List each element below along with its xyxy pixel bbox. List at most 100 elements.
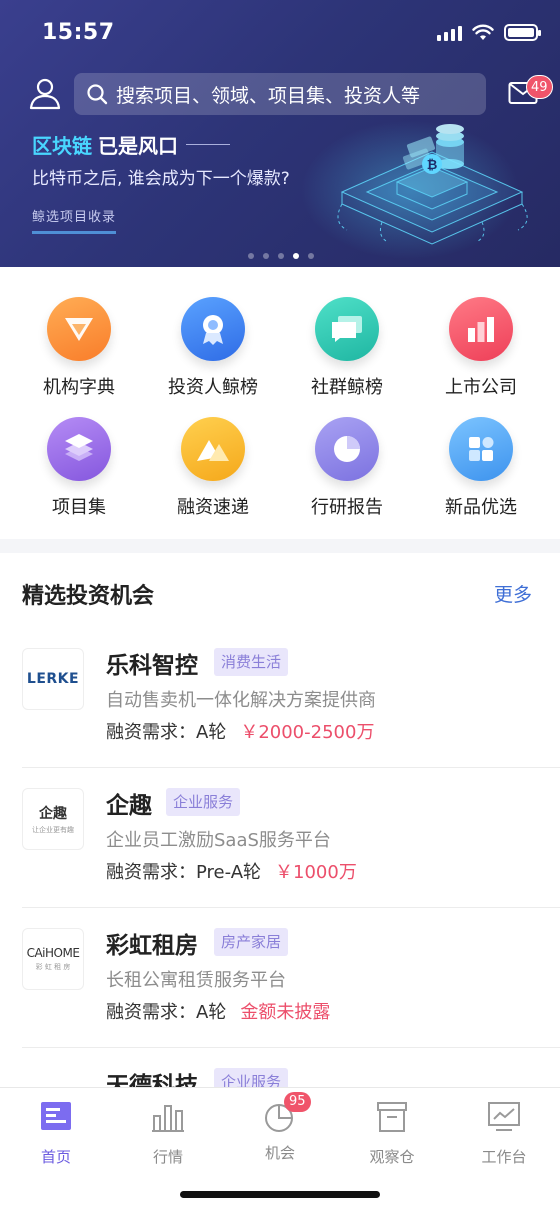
- shortcut-community-rank[interactable]: 社群鲸榜: [282, 297, 412, 399]
- tab-market[interactable]: 行情: [112, 1100, 224, 1167]
- banner-dot[interactable]: [308, 253, 314, 259]
- shortcut-listed-company[interactable]: 上市公司: [416, 297, 546, 399]
- banner-dot[interactable]: [248, 253, 254, 259]
- workbench-icon: [488, 1102, 520, 1131]
- shortcut-label: 投资人鲸榜: [168, 377, 258, 398]
- search-placeholder: 搜索项目、领域、项目集、投资人等: [116, 84, 421, 107]
- funding-round: 融资需求：A轮: [106, 1002, 227, 1023]
- mountain-icon: [181, 417, 245, 481]
- company-logo: 企趣 让企业更有趣: [22, 788, 84, 850]
- industry-tag: 消费生活: [214, 648, 289, 676]
- funding-round: 融资需求：A轮: [106, 722, 227, 743]
- shortcut-grid: 机构字典 投资人鲸榜 社群鲸榜 上市公司 项目集 融资速递 行研报告 新品优选: [0, 267, 560, 539]
- shortcut-institution-dict[interactable]: 机构字典: [14, 297, 144, 399]
- funding-info: 融资需求：A轮 ￥2000-2500万: [106, 718, 374, 744]
- funding-amount: 金额未披露: [240, 1002, 331, 1023]
- status-time: 15:57: [42, 20, 115, 45]
- tab-opportunity[interactable]: 95 机会: [224, 1092, 336, 1163]
- company-logo: CAiHOME 彩 虹 租 房: [22, 928, 84, 990]
- more-link[interactable]: 更多: [494, 580, 532, 607]
- opportunity-badge: 95: [284, 1092, 311, 1112]
- section-title: 精选投资机会: [22, 584, 155, 609]
- industry-tag: 企业服务: [166, 788, 241, 816]
- mail-badge: 49: [526, 75, 553, 99]
- shortcut-project-set[interactable]: 项目集: [14, 417, 144, 519]
- funding-info: 融资需求：A轮 金额未披露: [106, 998, 330, 1024]
- shortcut-label: 新品优选: [445, 497, 517, 518]
- layers-icon: [47, 417, 111, 481]
- banner-title-highlight: 区块链: [32, 134, 92, 158]
- status-bar: 15:57: [0, 0, 560, 66]
- tab-label: 观察仓: [369, 1148, 415, 1166]
- banner-title-rest: 已是风口: [98, 134, 178, 158]
- opportunity-card[interactable]: CAiHOME 彩 虹 租 房 彩虹租房 房产家居 长租公寓租赁服务平台 融资需…: [22, 908, 560, 1048]
- shortcut-label: 融资速递: [177, 497, 249, 518]
- company-description: 企业员工激励SaaS服务平台: [106, 830, 331, 851]
- chat-icon: [315, 297, 379, 361]
- company-name: 乐科智控: [106, 653, 198, 679]
- logo-subtext: 让企业更有趣: [32, 826, 74, 834]
- shortcut-label: 机构字典: [43, 377, 115, 398]
- section-divider: [0, 539, 560, 553]
- home-indicator: [180, 1191, 380, 1198]
- funding-info: 融资需求：Pre-A轮 ￥1000万: [106, 858, 357, 884]
- company-name: 彩虹租房: [106, 933, 198, 959]
- funding-round: 融资需求：Pre-A轮: [106, 862, 262, 883]
- medal-icon: [181, 297, 245, 361]
- signal-icon: [437, 25, 462, 41]
- wifi-icon: [472, 24, 494, 40]
- company-name: 企趣: [106, 793, 152, 819]
- pie-chart-icon: [315, 417, 379, 481]
- tab-home[interactable]: 首页: [0, 1100, 112, 1167]
- company-description: 长租公寓租赁服务平台: [106, 970, 286, 991]
- banner-title-line: [186, 144, 230, 145]
- logo-text: 企趣: [39, 806, 67, 822]
- opportunity-card[interactable]: 企趣 让企业更有趣 企趣 企业服务 企业员工激励SaaS服务平台 融资需求：Pr…: [22, 768, 560, 908]
- search-input[interactable]: 搜索项目、领域、项目集、投资人等: [74, 73, 486, 115]
- tab-label: 行情: [152, 1148, 183, 1166]
- funding-amount: ￥1000万: [275, 862, 357, 883]
- shortcut-label: 上市公司: [445, 377, 517, 398]
- industry-tag: 房产家居: [214, 928, 289, 956]
- market-icon: [152, 1105, 184, 1132]
- tab-workbench[interactable]: 工作台: [448, 1100, 560, 1167]
- banner-subtitle: 比特币之后, 谁会成为下一个爆款?: [32, 169, 290, 189]
- funding-amount: ￥2000-2500万: [240, 722, 375, 743]
- banner-dot[interactable]: [278, 253, 284, 259]
- banner-tag[interactable]: 鲸选项目收录: [32, 206, 117, 234]
- banner-pagination: [248, 253, 314, 259]
- tab-label: 工作台: [481, 1148, 527, 1166]
- grid-icon: [449, 417, 513, 481]
- opportunity-card[interactable]: LERKE 乐科智控 消费生活 自动售卖机一体化解决方案提供商 融资需求：A轮 ￥…: [22, 628, 560, 768]
- tab-watchlist[interactable]: 观察仓: [336, 1100, 448, 1167]
- user-icon[interactable]: [28, 76, 62, 110]
- diamond-icon: [47, 297, 111, 361]
- search-icon: [87, 84, 108, 105]
- logo-text: LERKE: [26, 671, 80, 687]
- svg-text:₿: ₿: [427, 158, 438, 173]
- shortcut-new-products[interactable]: 新品优选: [416, 417, 546, 519]
- banner-dot[interactable]: [263, 253, 269, 259]
- watchlist-icon: [377, 1102, 407, 1132]
- opportunity-icon-wrap: 95: [262, 1092, 311, 1134]
- hero-banner[interactable]: 15:57 搜索项目、领域、项目集、投资人等 49 区块链 已是风口 比特币之后…: [0, 0, 560, 267]
- shortcut-label: 行研报告: [311, 497, 383, 518]
- shortcut-investor-rank[interactable]: 投资人鲸榜: [148, 297, 278, 399]
- battery-icon: [504, 24, 541, 41]
- shortcut-label: 项目集: [52, 497, 106, 518]
- banner-dot-active[interactable]: [293, 253, 299, 259]
- logo-subtext: 彩 虹 租 房: [35, 963, 71, 971]
- company-logo: LERKE: [22, 648, 84, 710]
- company-description: 自动售卖机一体化解决方案提供商: [106, 690, 376, 711]
- shortcut-research-report[interactable]: 行研报告: [282, 417, 412, 519]
- logo-text: CAiHOME: [26, 946, 80, 960]
- tab-label: 机会: [264, 1144, 295, 1162]
- status-icons: [437, 24, 541, 41]
- bar-chart-icon: [449, 297, 513, 361]
- tab-label: 首页: [40, 1148, 71, 1166]
- home-icon: [41, 1102, 71, 1130]
- shortcut-financing-news[interactable]: 融资速递: [148, 417, 278, 519]
- shortcut-label: 社群鲸榜: [311, 377, 383, 398]
- banner-title: 区块链 已是风口: [32, 130, 230, 159]
- blockchain-illustration: ₿: [337, 124, 528, 245]
